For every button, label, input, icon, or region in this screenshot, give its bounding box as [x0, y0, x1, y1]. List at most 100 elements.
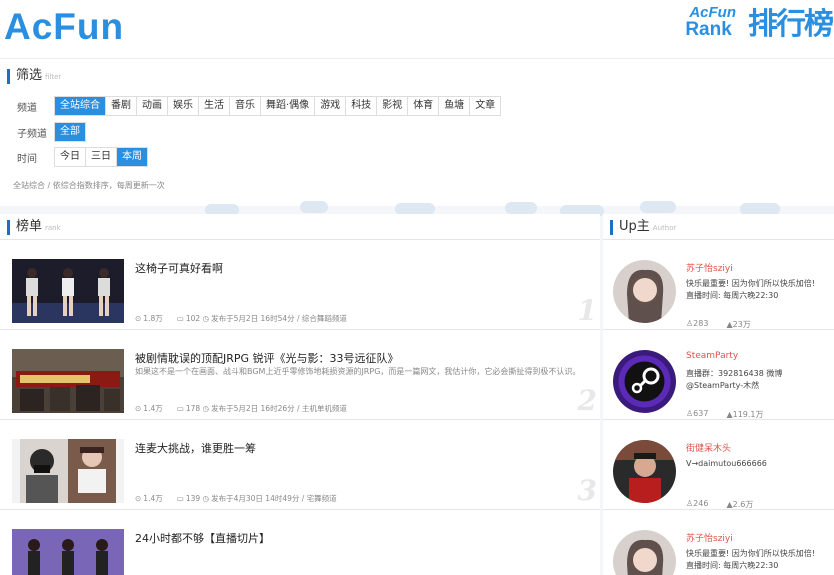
filter-panel: 筛选 filter 频道 全站综合 番剧 动画 娱乐 生活 音乐 舞蹈·偶像 游戏…	[0, 58, 834, 206]
ranklist-title-text: 榜单	[16, 219, 43, 234]
comment-count: 178	[185, 404, 201, 413]
video-title[interactable]: 连麦大挑战，谁更胜一筹	[135, 440, 256, 456]
filter-title-en: filter	[45, 73, 62, 81]
avatar[interactable]	[613, 350, 676, 413]
clock-icon: ◷	[202, 494, 210, 503]
author-card[interactable]: 苏子怡sziyi 快乐最重要! 因为你们所以快乐加倍! 直播时间: 每周六晚22…	[603, 509, 834, 575]
channel-option[interactable]: 游戏	[315, 97, 347, 115]
author-card[interactable]: 苏子怡sziyi 快乐最重要! 因为你们所以快乐加倍! 直播时间: 每周六晚22…	[603, 239, 834, 329]
video-thumbnail[interactable]	[12, 349, 124, 413]
acfun-logo[interactable]: AcFun	[4, 6, 124, 48]
video-title[interactable]: 24小时都不够【直播切片】	[135, 530, 270, 546]
channel-row: 频道 全站综合 番剧 动画 娱乐 生活 音乐 舞蹈·偶像 游戏 科技 影视 体育…	[14, 96, 502, 116]
rank-logo-en: AcFun Rank	[685, 4, 736, 40]
rank-number: 1	[577, 294, 597, 327]
channel-option[interactable]: 文章	[470, 97, 501, 115]
likes-count: 119.1万	[732, 410, 764, 419]
author-name[interactable]: 苏子怡sziyi	[686, 261, 733, 274]
subchannel-options: 全部	[54, 122, 86, 142]
author-title-text: Up主	[619, 219, 650, 234]
author-name[interactable]: 苏子怡sziyi	[686, 531, 733, 544]
comments-stat: ▭ 178 ◷ 发布于5月2日 16时26分 / 主机单机频道	[177, 403, 347, 414]
video-title[interactable]: 这椅子可真好看啊	[135, 260, 223, 276]
author-name[interactable]: 街健呆木头	[686, 441, 731, 454]
author-description: 快乐最重要! 因为你们所以快乐加倍! 直播时间: 每周六晚22:30	[686, 279, 815, 300]
play-icon: ⊙	[135, 404, 142, 413]
subchannel-label: 子频道	[17, 128, 47, 140]
fans-count: 637	[693, 409, 709, 418]
comment-count: 139	[185, 494, 201, 503]
channel-label: 频道	[17, 102, 37, 114]
channel-option[interactable]: 娱乐	[168, 97, 199, 115]
author-card[interactable]: SteamParty 直播群：392816438 微博@SteamParty-木…	[603, 329, 834, 419]
comment-icon: ▭	[176, 494, 184, 503]
rank-item[interactable]: 24小时都不够【直播切片】	[0, 509, 600, 575]
time-options: 今日 三日 本周	[54, 147, 148, 167]
time-row: 时间 今日 三日 本周	[14, 147, 148, 167]
filter-title-text: 筛选	[16, 68, 43, 83]
channel-option[interactable]: 番剧	[106, 97, 137, 115]
video-description: 如果这不是一个在画面、战斗和BGM上近乎零修饰地耗损资源的JRPG，而是一篇网文…	[135, 367, 581, 376]
rank-logo-rank: Rank	[685, 19, 732, 40]
ranklist-title-en: rank	[45, 224, 61, 232]
video-thumbnail[interactable]	[12, 529, 124, 575]
avatar[interactable]	[613, 530, 676, 575]
time-label: 时间	[17, 153, 37, 165]
clock-icon: ◷	[202, 314, 210, 323]
author-card[interactable]: 街健呆木头 V→daimutou666666 ♙246 ▲2.6万	[603, 419, 834, 509]
time-option-3day[interactable]: 三日	[86, 148, 117, 166]
likes-count: 23万	[732, 320, 751, 329]
rank-list: 榜单 rank 这椅子可真好看啊 ⊙ 1.8万 ▭ 102 ◷ 发布于5月2日 16时5…	[0, 214, 600, 575]
views-count: 1.4万	[143, 404, 163, 413]
likes-count: 2.6万	[732, 500, 754, 509]
video-meta: ⊙ 1.4万 ▭ 178 ◷ 发布于5月2日 16时26分 / 主机单机频道	[135, 403, 347, 414]
video-title[interactable]: 被剧情耽误的顶配JRPG 锐评《光与影：33号远征队》	[135, 350, 399, 366]
views-stat: ⊙ 1.4万	[135, 493, 163, 504]
author-title: Up主 Author	[610, 220, 676, 235]
views-count: 1.8万	[143, 314, 163, 323]
comments-stat: ▭ 139 ◷ 发布于4月30日 14时49分 / 宅舞频道	[177, 493, 337, 504]
author-panel: Up主 Author 苏子怡sziyi 快乐最重要! 因为你们所以快乐加倍! 直播…	[603, 214, 834, 575]
clock-icon: ◷	[202, 404, 210, 413]
filter-title: 筛选 filter	[7, 69, 61, 84]
author-title-en: Author	[652, 224, 677, 232]
comments-stat: ▭ 102 ◷ 发布于5月2日 16时54分 / 综合舞蹈频道	[177, 313, 347, 324]
channel-option[interactable]: 影视	[377, 97, 409, 115]
views-stat: ⊙ 1.8万	[135, 313, 163, 324]
video-meta: ⊙ 1.8万 ▭ 102 ◷ 发布于5月2日 16时54分 / 综合舞蹈频道	[135, 313, 347, 324]
channel-option[interactable]: 体育	[408, 97, 440, 115]
views-count: 1.4万	[143, 494, 163, 503]
rank-number: 3	[577, 474, 597, 507]
rank-item[interactable]: 这椅子可真好看啊 ⊙ 1.8万 ▭ 102 ◷ 发布于5月2日 16时54分 / 综合…	[0, 239, 600, 329]
channel-option[interactable]: 动画	[137, 97, 168, 115]
avatar[interactable]	[613, 440, 676, 503]
channel-option[interactable]: 音乐	[230, 97, 261, 115]
publish-info: 发布于5月2日 16时54分 / 综合舞蹈频道	[211, 314, 347, 323]
play-icon: ⊙	[135, 314, 142, 323]
comment-icon: ▭	[176, 404, 184, 413]
fans-count: 246	[693, 499, 709, 508]
author-description: V→daimutou666666	[686, 459, 767, 468]
author-description: 快乐最重要! 因为你们所以快乐加倍! 直播时间: 每周六晚22:30	[686, 549, 815, 570]
video-thumbnail[interactable]	[12, 439, 124, 503]
channel-options: 全站综合 番剧 动画 娱乐 生活 音乐 舞蹈·偶像 游戏 科技 影视 体育 鱼塘…	[54, 96, 502, 116]
channel-option[interactable]: 生活	[199, 97, 230, 115]
avatar[interactable]	[613, 260, 676, 323]
comment-icon: ▭	[176, 314, 184, 323]
channel-option[interactable]: 鱼塘	[439, 97, 471, 115]
time-option-week[interactable]: 本周	[117, 148, 147, 166]
subchannel-option-all[interactable]: 全部	[55, 123, 85, 141]
author-description: 直播群：392816438 微博@SteamParty-木然	[686, 369, 783, 390]
channel-option[interactable]: 全站综合	[55, 97, 106, 115]
play-icon: ⊙	[135, 494, 142, 503]
rank-item[interactable]: 被剧情耽误的顶配JRPG 锐评《光与影：33号远征队》 如果这不是一个在画面、战…	[0, 329, 600, 419]
author-name[interactable]: SteamParty	[686, 351, 738, 361]
publish-info: 发布于4月30日 14时49分 / 宅舞频道	[211, 494, 337, 503]
fans-count: 283	[693, 319, 709, 328]
rank-item[interactable]: 连麦大挑战，谁更胜一筹 ⊙ 1.4万 ▭ 139 ◷ 发布于4月30日 14时49分 …	[0, 419, 600, 509]
channel-option[interactable]: 舞蹈·偶像	[261, 97, 316, 115]
rank-number: 2	[577, 384, 597, 417]
time-option-today[interactable]: 今日	[55, 148, 86, 166]
channel-option[interactable]: 科技	[346, 97, 378, 115]
video-thumbnail[interactable]	[12, 259, 124, 323]
